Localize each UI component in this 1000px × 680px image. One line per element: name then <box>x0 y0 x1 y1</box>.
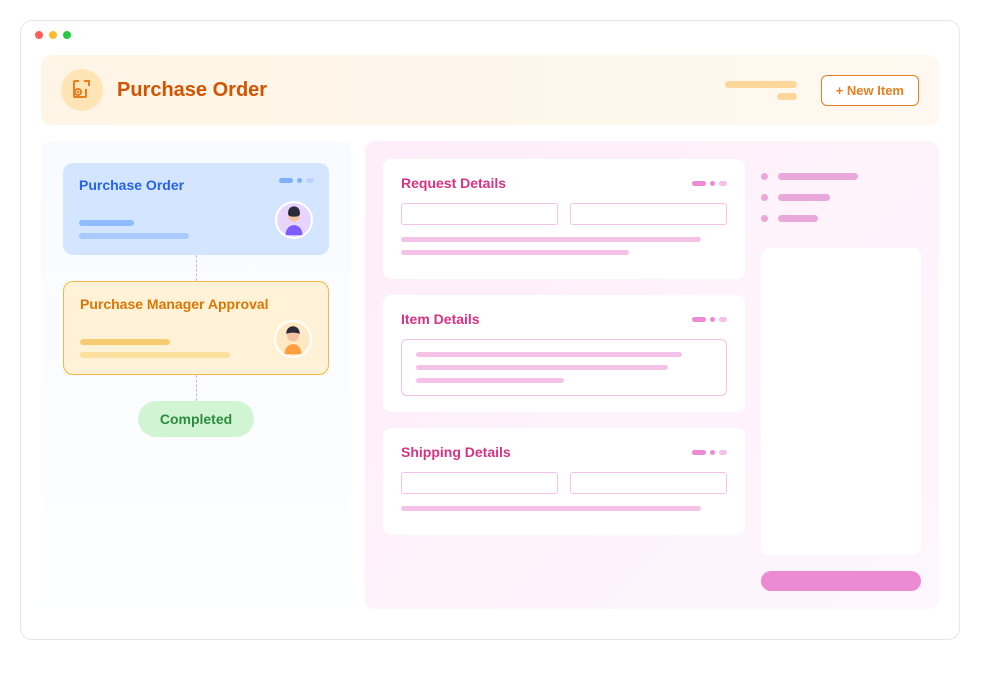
preview-area <box>761 248 921 555</box>
section-title: Request Details <box>401 175 506 191</box>
workflow-connector <box>196 375 197 401</box>
text-input[interactable] <box>570 203 727 225</box>
list-item[interactable] <box>761 194 921 201</box>
shipping-details-card: Shipping Details <box>383 428 745 535</box>
page-header: Purchase Order + New Item <box>41 55 939 125</box>
workflow-step-title: Purchase Order <box>79 177 313 193</box>
window-close-icon[interactable] <box>35 31 43 39</box>
details-panel: Request Details <box>365 141 939 609</box>
window-minimize-icon[interactable] <box>49 31 57 39</box>
workflow-step-manager-approval[interactable]: Purchase Manager Approval <box>63 281 329 375</box>
card-menu-icon[interactable] <box>279 178 314 183</box>
card-menu-icon[interactable] <box>692 317 727 322</box>
new-item-button[interactable]: + New Item <box>821 75 919 106</box>
sidebar-panel <box>761 159 921 591</box>
text-input[interactable] <box>401 203 558 225</box>
request-details-card: Request Details <box>383 159 745 279</box>
completed-status-badge: Completed <box>138 401 254 437</box>
list-item[interactable] <box>761 215 921 222</box>
section-title: Item Details <box>401 311 480 327</box>
workflow-panel: Purchase Order Pu <box>41 141 351 609</box>
window-maximize-icon[interactable] <box>63 31 71 39</box>
purchase-order-icon <box>61 69 103 111</box>
item-details-card: Item Details <box>383 295 745 412</box>
header-placeholder <box>725 81 797 100</box>
section-title: Shipping Details <box>401 444 511 460</box>
workflow-step-title: Purchase Manager Approval <box>80 296 312 312</box>
workflow-connector <box>196 255 197 281</box>
item-textarea[interactable] <box>401 339 727 396</box>
list-item[interactable] <box>761 173 921 180</box>
app-window: Purchase Order + New Item Purchase Order <box>20 20 960 640</box>
window-controls <box>21 21 959 47</box>
card-menu-icon[interactable] <box>692 181 727 186</box>
text-input[interactable] <box>401 472 558 494</box>
card-menu-icon[interactable] <box>692 450 727 455</box>
action-button[interactable] <box>761 571 921 591</box>
avatar <box>275 201 313 239</box>
avatar <box>274 320 312 358</box>
workflow-step-purchase-order[interactable]: Purchase Order <box>63 163 329 255</box>
text-input[interactable] <box>570 472 727 494</box>
page-title: Purchase Order <box>117 79 711 102</box>
